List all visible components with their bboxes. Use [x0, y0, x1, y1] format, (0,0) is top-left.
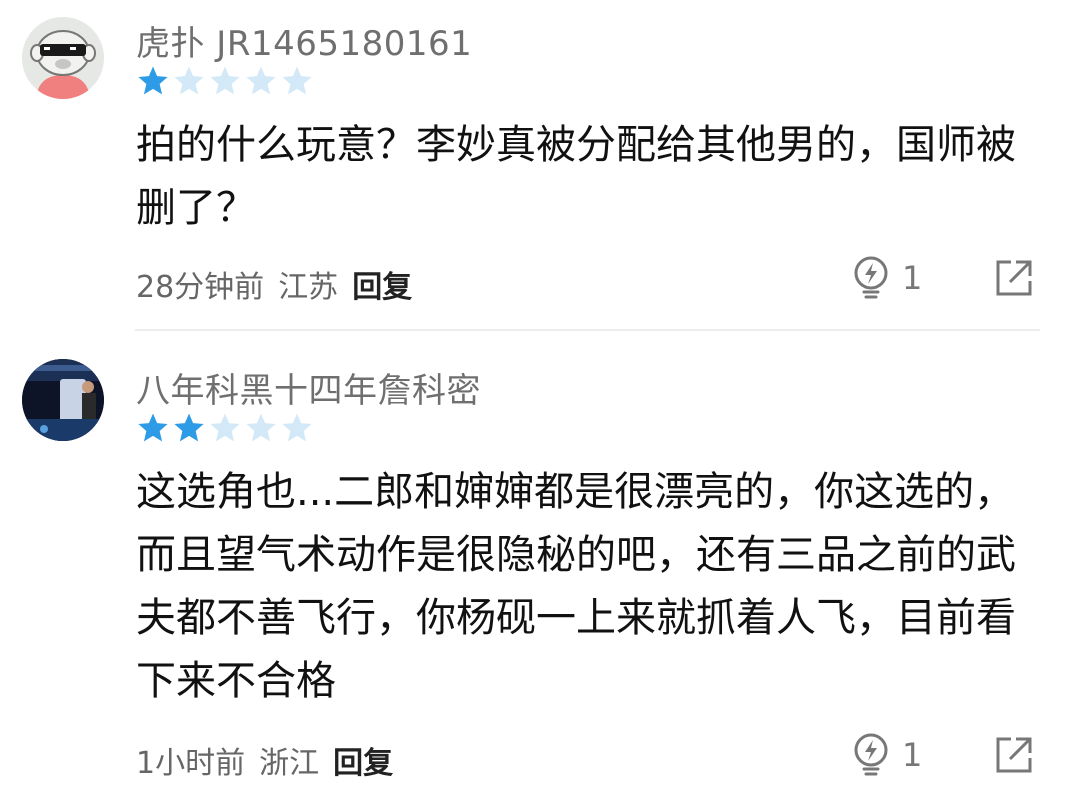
reply-button[interactable]: 回复: [333, 738, 393, 782]
comment-location: 浙江: [259, 746, 320, 781]
comment-text: 这选角也...二郎和婶婶都是很漂亮的，你这选的，而且望气术动作是很隐秘的吧，还有…: [136, 469, 1016, 704]
star-empty-icon: [282, 413, 312, 442]
star-filled-icon: [138, 413, 168, 442]
comment-meta: 1小时前 浙江 回复: [136, 738, 393, 782]
comment-item: 八年科黑十四年詹科密 这选角也...二郎和婶婶都是很漂亮的，你这选的，而且望气术…: [0, 0, 1080, 781]
star-empty-icon: [246, 413, 276, 442]
user-avatar[interactable]: [22, 359, 104, 441]
comment-time: 1小时前: [136, 746, 246, 781]
lightbulb-icon: [854, 733, 888, 776]
like-button[interactable]: 1: [852, 733, 922, 777]
stage-photo-avatar-icon: [22, 359, 104, 441]
like-count: 1: [902, 736, 923, 774]
share-button[interactable]: [994, 735, 1034, 775]
star-filled-icon: [174, 413, 204, 442]
star-empty-icon: [210, 413, 240, 442]
username[interactable]: 八年科黑十四年詹科密: [136, 363, 481, 412]
star-rating: [136, 411, 314, 445]
share-icon: [996, 737, 1032, 773]
